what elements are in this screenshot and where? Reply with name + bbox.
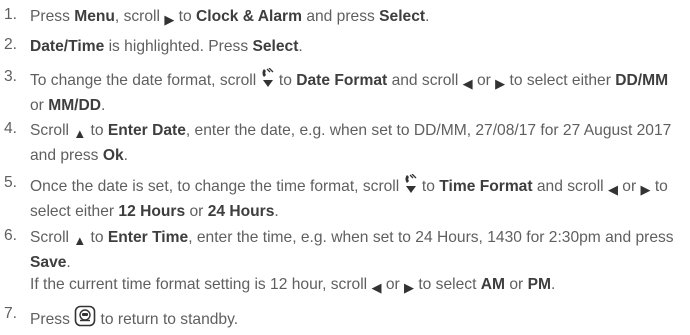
- text-run: and scroll: [387, 72, 463, 89]
- text-run: .: [274, 203, 279, 220]
- text-run: , enter the time, e.g. when set to 24 Ho…: [188, 229, 674, 246]
- bold-term: AM: [480, 276, 506, 293]
- text-run: .: [550, 276, 556, 293]
- step-number: 6.: [4, 227, 18, 244]
- bold-term: Enter Date: [107, 122, 186, 139]
- text-run: to: [417, 178, 440, 195]
- step-text: Once the date is set, to change the time…: [30, 173, 686, 223]
- text-run: Once the date is set, to change the time…: [30, 178, 404, 195]
- text-run: To change the date format, scroll: [30, 72, 261, 89]
- standby-button-icon: [74, 305, 96, 334]
- bold-term: DD/MM: [615, 72, 669, 89]
- text-run: .: [101, 97, 106, 114]
- phone-scroll-down-icon: [261, 67, 275, 95]
- bold-term: Save: [30, 254, 67, 271]
- bold-term: 24 Hours: [207, 203, 275, 220]
- text-run: to: [174, 8, 196, 25]
- bold-term: Time Format: [439, 178, 533, 195]
- bold-term: 12 Hours: [118, 203, 186, 220]
- text-run: to: [86, 229, 108, 246]
- text-run: , scroll: [114, 8, 165, 25]
- text-run: Scroll: [30, 229, 74, 246]
- text-run: .: [66, 254, 71, 271]
- text-run: to select either: [505, 72, 616, 89]
- up-arrow-icon: ▲: [73, 233, 87, 248]
- text-run: .: [298, 38, 303, 55]
- step-text: Scroll ▲ to Enter Date, enter the date, …: [30, 120, 686, 167]
- text-run: If the current time format setting is 12…: [30, 276, 372, 293]
- step-number: 3.: [4, 68, 18, 85]
- text-run: or: [30, 97, 49, 114]
- text-run: and press: [302, 8, 380, 25]
- text-run: .: [123, 147, 128, 164]
- right-arrow-icon: ▶: [640, 182, 651, 197]
- text-run: to: [274, 72, 297, 89]
- bold-term: Select: [379, 8, 426, 25]
- step-text: To change the date format, scroll to Dat…: [30, 67, 686, 117]
- step-number: 5.: [4, 174, 18, 191]
- text-run: to return to standby.: [96, 311, 239, 328]
- text-run: .: [425, 8, 430, 25]
- step-number: 4.: [4, 120, 18, 137]
- text-run: or: [381, 276, 405, 293]
- right-arrow-icon: ▶: [495, 76, 506, 91]
- text-run: Press: [30, 8, 75, 25]
- text-run: to: [86, 122, 108, 139]
- bold-term: Clock & Alarm: [195, 8, 302, 25]
- text-run: or: [472, 72, 496, 89]
- step-text: Press to return to standby.: [30, 305, 686, 334]
- left-arrow-icon: ◀: [462, 76, 473, 91]
- left-arrow-icon: ◀: [371, 280, 382, 295]
- step-number: 7.: [4, 305, 18, 322]
- text-run: Scroll: [30, 122, 74, 139]
- step-number: 2.: [4, 36, 18, 53]
- bold-term: Ok: [102, 147, 124, 164]
- step-text: Press Menu, scroll ▶ to Clock & Alarm an…: [30, 6, 686, 31]
- text-run: or: [185, 203, 208, 220]
- step-text: Scroll ▲ to Enter Time, enter the time, …: [30, 227, 686, 299]
- text-run: or: [505, 276, 528, 293]
- bold-term: Select: [252, 38, 299, 55]
- right-arrow-icon: ▶: [404, 280, 415, 295]
- step-number: 1.: [4, 6, 18, 23]
- bold-term: Date/Time: [30, 38, 105, 55]
- bold-term: Enter Time: [107, 229, 189, 246]
- bold-term: MM/DD: [48, 97, 102, 114]
- text-run: or: [617, 178, 641, 195]
- instructions-page: 1. Press Menu, scroll ▶ to Clock & Alarm…: [0, 0, 690, 335]
- step-text: Date/Time is highlighted. Press Select.: [30, 36, 686, 58]
- phone-scroll-down-icon: [404, 173, 418, 201]
- right-arrow-icon: ▶: [164, 12, 175, 27]
- text-run: Press: [30, 311, 75, 328]
- bold-term: Date Format: [296, 72, 388, 89]
- text-run: to select: [414, 276, 481, 293]
- text-run: is highlighted. Press: [104, 38, 253, 55]
- left-arrow-icon: ◀: [607, 182, 618, 197]
- bold-term: Menu: [74, 8, 115, 25]
- text-run: and scroll: [532, 178, 608, 195]
- bold-term: PM: [527, 276, 551, 293]
- up-arrow-icon: ▲: [73, 126, 87, 141]
